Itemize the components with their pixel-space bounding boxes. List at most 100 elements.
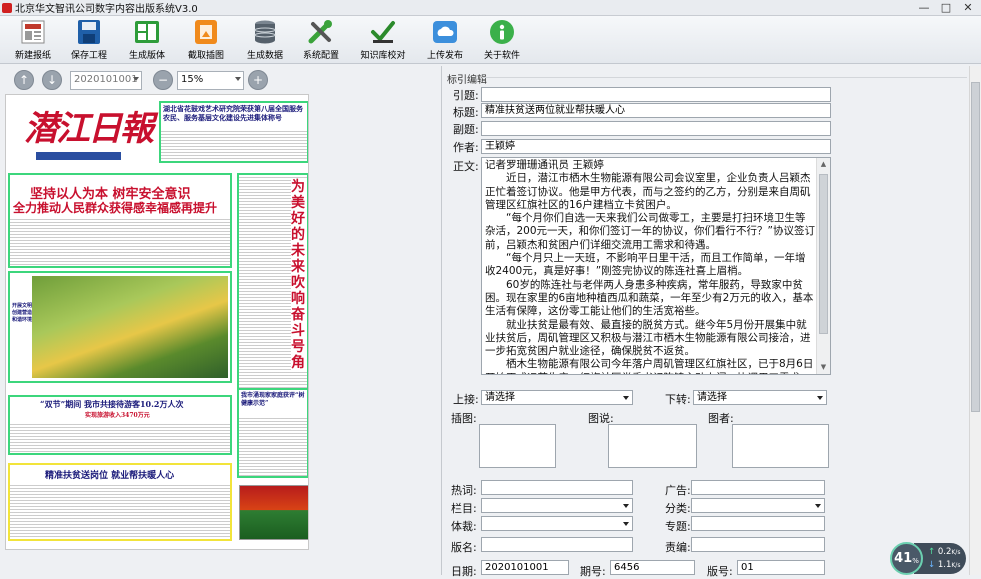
- date-label: 日期:: [451, 565, 477, 578]
- date-select[interactable]: 2020101001: [70, 71, 142, 90]
- new-newspaper-button[interactable]: 新建报纸: [4, 18, 62, 62]
- arrow-down-icon: ↓: [46, 73, 58, 87]
- editor-field[interactable]: [691, 537, 825, 552]
- page-number-label: 版号:: [707, 565, 733, 578]
- title-field[interactable]: 精准扶贫送两位就业帮扶暖人心: [481, 103, 831, 118]
- column-select[interactable]: [481, 498, 633, 513]
- edition-name-field[interactable]: [481, 537, 633, 552]
- upper-link-select[interactable]: 请选择: [481, 390, 633, 405]
- edition-name-label: 版名:: [451, 541, 477, 554]
- chevron-down-icon: [815, 504, 821, 508]
- masthead-strip: [36, 152, 121, 160]
- knowledge-check-button[interactable]: 知识库校对: [354, 18, 412, 62]
- author-field[interactable]: 王颖婷: [481, 139, 831, 154]
- topic-field[interactable]: [691, 516, 825, 531]
- article-region[interactable]: 我市涌现家家庭获评“树健康示范”: [237, 388, 308, 478]
- advertisement-block: [239, 485, 308, 540]
- window-controls: — □ ✕: [913, 0, 979, 15]
- generate-layout-button[interactable]: 生成版体: [118, 18, 176, 62]
- toolbar-label: 新建报纸: [14, 51, 51, 61]
- newspaper-icon: [18, 18, 48, 46]
- toolbar-label: 生成版体: [128, 51, 165, 61]
- cpu-usage-gauge: 41%: [890, 542, 923, 575]
- body-scrollbar[interactable]: ▲ ▼: [816, 158, 830, 374]
- article-region[interactable]: 为美好的未来吹响奋斗号角: [237, 173, 308, 405]
- caption-box[interactable]: [608, 424, 697, 468]
- body-content: 记者罗珊珊通讯员 王颖婷 近日，潜江市栖木生物能源有限公司会议室里，企业负责人吕…: [485, 159, 815, 374]
- toolbar-label: 关于软件: [483, 51, 520, 61]
- zoom-in-button[interactable]: +: [248, 70, 268, 90]
- chevron-down-icon: [623, 522, 629, 526]
- save-project-button[interactable]: 保存工程: [60, 18, 118, 62]
- insert-image-box[interactable]: [479, 424, 556, 468]
- hot-words-label: 热词:: [451, 484, 477, 497]
- body-textarea[interactable]: 记者罗珊珊通讯员 王颖婷 近日，潜江市栖木生物能源有限公司会议室里，企业负责人吕…: [481, 157, 831, 375]
- insert-image-label: 插图:: [451, 412, 477, 425]
- hot-words-field[interactable]: [481, 480, 633, 495]
- subtitle-field[interactable]: [481, 121, 831, 136]
- main-scrollbar[interactable]: [969, 66, 981, 575]
- subtitle-label: 副题:: [453, 123, 479, 136]
- checkmark-icon: [368, 18, 398, 46]
- section-title: 标引编辑: [447, 75, 487, 86]
- ad-label: 广告:: [665, 484, 691, 497]
- article-region[interactable]: 湖北省花鼓戏艺术研究院荣获第八届全国服务农民、服务基层文化建设先进集体称号: [159, 101, 308, 163]
- next-page-button[interactable]: ↓: [42, 70, 62, 90]
- category-select[interactable]: [691, 498, 825, 513]
- article-region-selected[interactable]: 精准扶贫送岗位 就业帮扶暖人心: [8, 463, 232, 541]
- info-icon: [487, 18, 517, 46]
- zoom-select[interactable]: 15%: [177, 71, 244, 90]
- issue-field[interactable]: 6456: [610, 560, 695, 575]
- main-toolbar: 新建报纸 保存工程 生成版体 截取插图 生成数据 系统配置 知识库校对 上传发布…: [0, 16, 981, 64]
- toolbar-label: 知识库校对: [360, 51, 406, 61]
- genre-label: 体裁:: [451, 520, 477, 533]
- chevron-down-icon: [623, 504, 629, 508]
- toolbar-label: 系统配置: [302, 51, 339, 61]
- main-scroll-thumb[interactable]: [971, 82, 980, 412]
- zoom-out-button[interactable]: −: [153, 70, 173, 90]
- scroll-up-icon[interactable]: ▲: [817, 158, 830, 171]
- window-title: 北京华文智讯公司数字内容出版系统V3.0: [15, 4, 198, 15]
- toolbar-label: 保存工程: [70, 51, 107, 61]
- ad-field[interactable]: [691, 480, 825, 495]
- layout-icon: [132, 18, 162, 46]
- upload-arrow-icon: ↑: [928, 547, 936, 557]
- lower-link-select[interactable]: 请选择: [693, 390, 827, 405]
- maximize-button[interactable]: □: [935, 0, 957, 15]
- article-region[interactable]: 开展文明创建营造和谐环境: [8, 271, 232, 383]
- newspaper-page-preview[interactable]: 潜江日報 湖北省花鼓戏艺术研究院荣获第八届全国服务农民、服务基层文化建设先进集体…: [5, 94, 309, 550]
- issue-label: 期号:: [580, 565, 606, 578]
- page-number-field[interactable]: 01: [737, 560, 825, 575]
- lower-link-label: 下转:: [665, 393, 691, 406]
- chevron-down-icon: [623, 396, 629, 400]
- download-arrow-icon: ↓: [928, 560, 936, 570]
- genre-select[interactable]: [481, 516, 633, 531]
- database-icon: [250, 18, 280, 46]
- arrow-up-icon: ↑: [18, 73, 30, 87]
- network-monitor-widget[interactable]: ↑ 0.2K/s ↓ 1.1K/s 41%: [888, 540, 968, 575]
- yinti-field[interactable]: [481, 87, 831, 102]
- generate-data-button[interactable]: 生成数据: [236, 18, 294, 62]
- upper-link-label: 上接:: [453, 393, 479, 406]
- article-region[interactable]: 坚持以人为本 树牢安全意识 全力推动人民群众获得感幸福感再提升: [8, 173, 232, 268]
- article-region[interactable]: “双节”期间 我市共接待游客10.2万人次 实现旅游收入3470万元: [8, 395, 232, 455]
- previous-page-button[interactable]: ↑: [14, 70, 34, 90]
- date-field[interactable]: 2020101001: [481, 560, 569, 575]
- upload-publish-button[interactable]: 上传发布: [416, 18, 474, 62]
- toolbar-label: 截取插图: [187, 51, 224, 61]
- minimize-button[interactable]: —: [913, 0, 935, 15]
- close-button[interactable]: ✕: [957, 0, 979, 15]
- yinti-label: 引题:: [453, 89, 479, 102]
- plus-icon: +: [252, 73, 264, 87]
- scroll-thumb[interactable]: [819, 174, 828, 334]
- toolbar-label: 生成数据: [246, 51, 283, 61]
- scroll-down-icon[interactable]: ▼: [817, 361, 830, 374]
- system-config-button[interactable]: 系统配置: [292, 18, 350, 62]
- about-button[interactable]: 关于软件: [473, 18, 531, 62]
- chevron-down-icon: [235, 77, 241, 81]
- panel-divider[interactable]: [441, 66, 442, 575]
- floppy-disk-icon: [74, 18, 104, 46]
- section-divider: [482, 77, 967, 78]
- image-author-box[interactable]: [732, 424, 829, 468]
- capture-image-button[interactable]: 截取插图: [177, 18, 235, 62]
